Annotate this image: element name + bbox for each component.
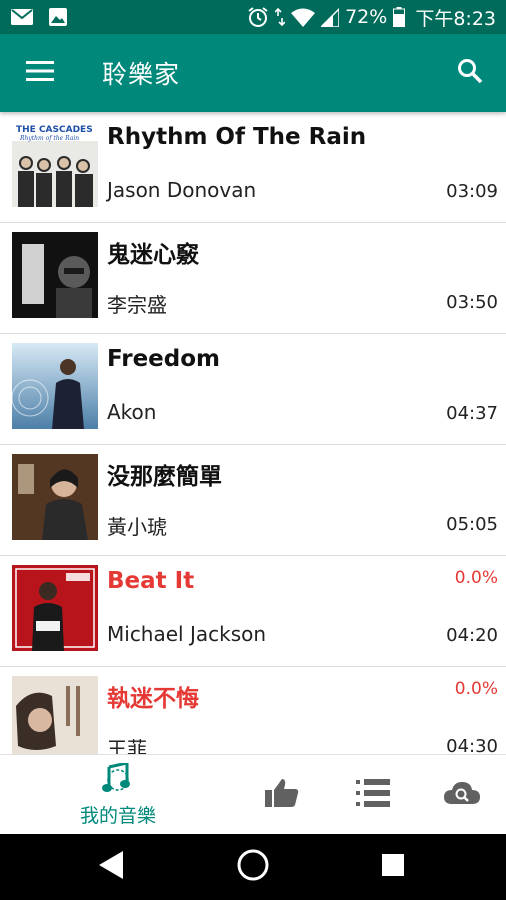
battery-icon <box>393 7 406 27</box>
song-artist: 黃小琥 <box>107 515 167 539</box>
nav-recommended[interactable] <box>242 755 322 835</box>
battery-percent: 72% <box>345 6 388 28</box>
hamburger-menu-icon <box>26 61 54 85</box>
app-bar: 聆樂家 <box>0 34 506 112</box>
album-cover: THE CASCADES Rhythm of the Rain <box>12 121 98 207</box>
wifi-icon <box>291 7 316 27</box>
nav-my-music[interactable]: 我的音樂 <box>58 755 178 835</box>
bottom-nav: 我的音樂 <box>0 754 506 834</box>
album-cover <box>12 565 98 651</box>
status-bar: 72% 下午8:23 <box>0 0 506 34</box>
song-artist: Jason Donovan <box>107 178 257 202</box>
song-progress: 0.0% <box>454 568 498 588</box>
signal-icon <box>321 7 340 27</box>
nav-my-music-label: 我的音樂 <box>79 804 156 827</box>
song-title: 鬼迷心竅 <box>107 242 199 268</box>
mail-icon <box>10 8 34 26</box>
home-icon <box>236 848 270 886</box>
song-artist: Michael Jackson <box>107 622 267 646</box>
system-nav-bar <box>0 834 506 900</box>
image-icon <box>48 7 68 27</box>
song-row[interactable]: 没那麼簡單 黃小琥 05:05 <box>0 445 506 556</box>
nav-cloud-search[interactable] <box>422 755 502 835</box>
alarm-icon <box>247 6 269 28</box>
search-icon <box>457 58 483 88</box>
nav-playlist[interactable] <box>333 755 413 835</box>
app-title: 聆樂家 <box>102 60 181 89</box>
song-title: Freedom <box>107 346 221 372</box>
album-cover <box>12 232 98 318</box>
menu-button[interactable] <box>0 34 80 112</box>
recents-button[interactable] <box>353 834 433 900</box>
song-title: Beat It <box>107 568 195 594</box>
cover-sub: Rhythm of the Rain <box>19 135 79 142</box>
song-duration: 03:50 <box>446 292 498 313</box>
song-artist: 李宗盛 <box>107 293 167 317</box>
search-button[interactable] <box>434 34 506 112</box>
clock: 下午8:23 <box>415 7 496 30</box>
song-row[interactable]: Beat It 0.0% Michael Jackson 04:20 <box>0 556 506 667</box>
song-row[interactable]: 鬼迷心竅 李宗盛 03:50 <box>0 223 506 334</box>
song-title: 執迷不悔 <box>107 686 199 712</box>
song-artist: 王菲 <box>107 737 147 754</box>
cover-label: THE CASCADES <box>16 125 93 135</box>
playlist-icon <box>356 778 390 812</box>
cloud-search-icon <box>444 780 480 810</box>
home-button[interactable] <box>213 834 293 900</box>
data-arrows-icon <box>275 7 286 27</box>
song-title: Rhythm Of The Rain <box>107 124 367 150</box>
music-note-icon <box>101 760 135 799</box>
song-duration: 05:05 <box>446 514 498 535</box>
song-row[interactable]: 執迷不悔 0.0% 王菲 04:30 <box>0 667 506 754</box>
recents-icon <box>382 854 404 880</box>
song-row[interactable]: Freedom Akon 04:37 <box>0 334 506 445</box>
song-duration: 03:09 <box>446 181 498 202</box>
song-list: THE CASCADES Rhythm of the Rain Rhythm O… <box>0 112 506 754</box>
song-progress: 0.0% <box>454 679 498 699</box>
album-cover <box>12 454 98 540</box>
song-title: 没那麼簡單 <box>107 464 222 490</box>
thumbs-up-icon <box>265 777 299 813</box>
song-row[interactable]: THE CASCADES Rhythm of the Rain Rhythm O… <box>0 112 506 223</box>
album-cover <box>12 676 98 754</box>
back-icon <box>99 851 125 883</box>
song-duration: 04:20 <box>446 625 498 646</box>
album-cover <box>12 343 98 429</box>
song-duration: 04:30 <box>446 736 498 754</box>
back-button[interactable] <box>72 834 152 900</box>
song-artist: Akon <box>107 400 157 424</box>
song-duration: 04:37 <box>446 403 498 424</box>
